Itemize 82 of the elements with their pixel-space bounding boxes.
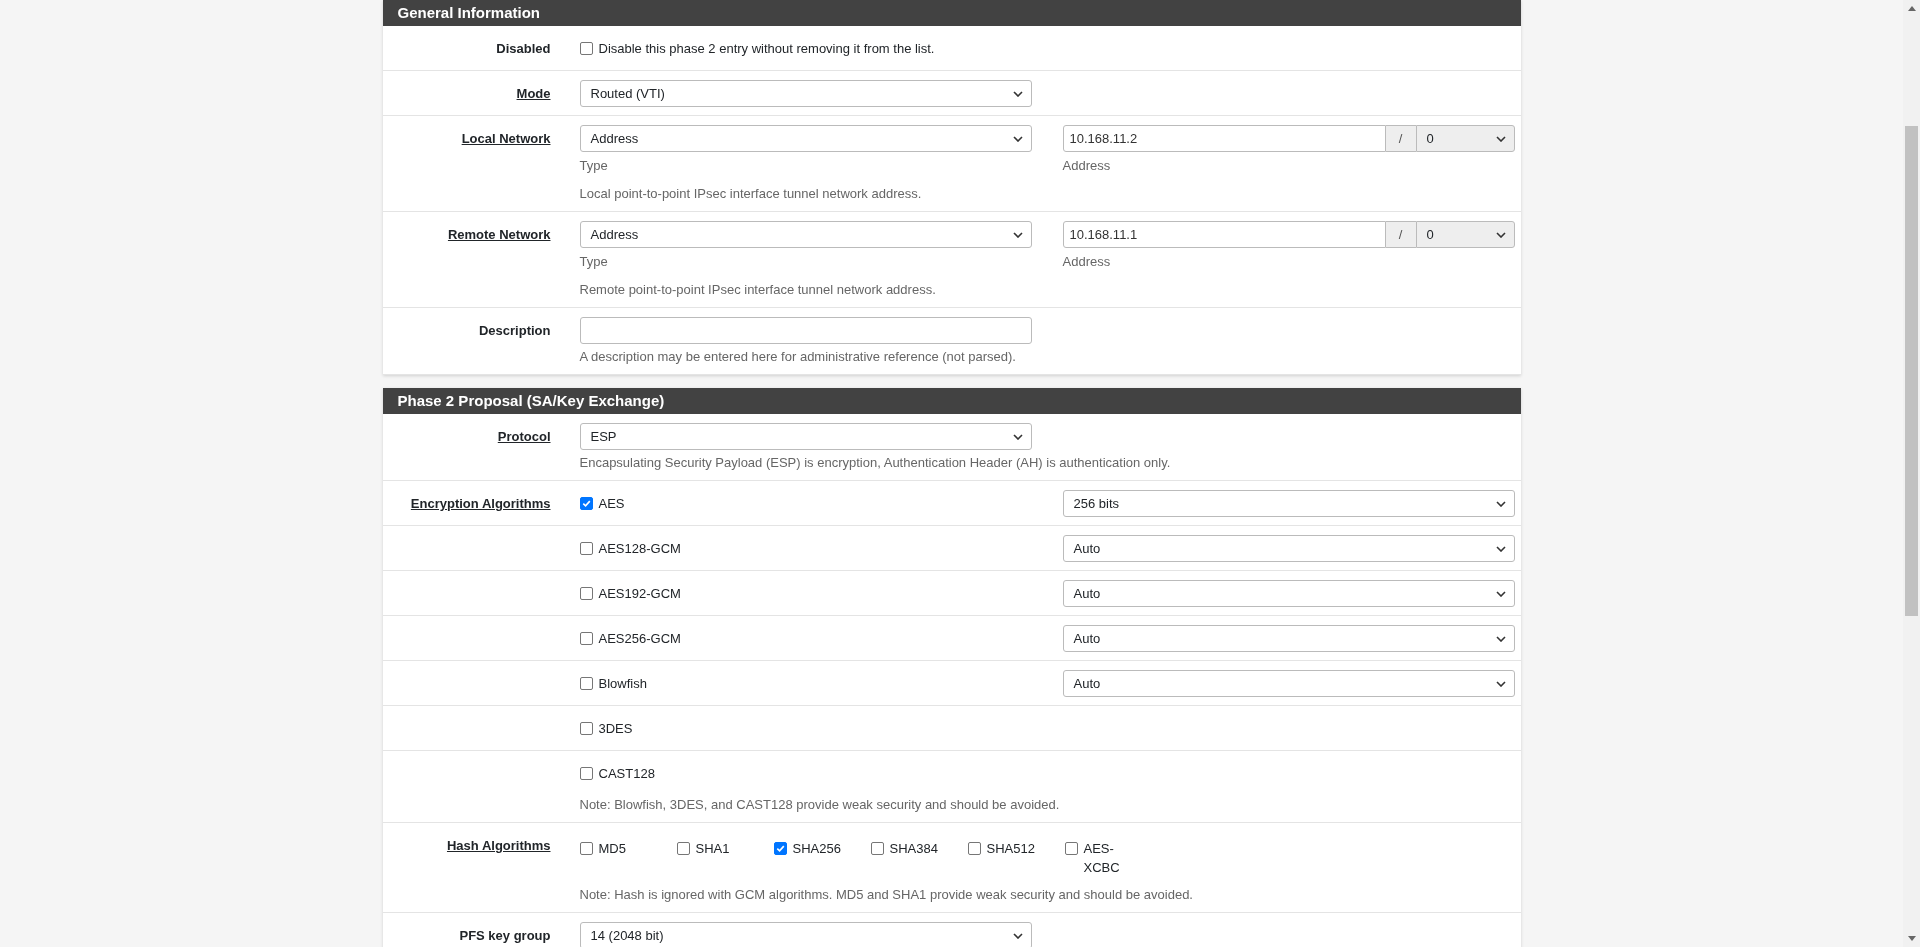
- caret-icon: [1495, 136, 1506, 142]
- help-text: Remote point-to-point IPsec interface tunnel network address.: [579, 281, 937, 299]
- checkbox[interactable]: [579, 842, 593, 855]
- checkbox[interactable]: [773, 842, 787, 855]
- checkbox-label[interactable]: MD5: [598, 839, 626, 858]
- section-title: Phase 2 Proposal (SA/Key Exchange): [382, 388, 1521, 414]
- checkbox[interactable]: [1064, 842, 1078, 855]
- key-length-dropdown[interactable]: Auto: [1062, 625, 1515, 652]
- caret-icon: [1495, 546, 1506, 552]
- field-label-link[interactable]: Encryption Algorithms: [410, 496, 551, 511]
- caret-icon: [1495, 636, 1506, 642]
- dropdown[interactable]: Routed (VTI): [579, 80, 1032, 107]
- field-label-link[interactable]: Local Network: [461, 131, 551, 146]
- checkbox-label[interactable]: CAST128: [598, 766, 655, 781]
- field-caption: Type: [579, 253, 609, 271]
- checkbox-label[interactable]: AES-XCBC: [1083, 839, 1140, 877]
- key-length-dropdown[interactable]: Auto: [1062, 580, 1515, 607]
- field-label-link[interactable]: Remote Network: [447, 227, 551, 242]
- key-length-dropdown[interactable]: 256 bits: [1062, 490, 1515, 517]
- address-field[interactable]: 10.168.11.1: [1062, 221, 1386, 248]
- address-field[interactable]: 10.168.11.2: [1062, 125, 1386, 152]
- checkbox-label[interactable]: SHA256: [792, 839, 841, 858]
- caret-icon: [1495, 591, 1506, 597]
- caret-icon: [1012, 136, 1023, 142]
- checkbox[interactable]: [676, 842, 690, 855]
- field-label: PFS key group: [459, 928, 551, 943]
- checkbox[interactable]: [579, 542, 593, 555]
- help-text: Encapsulating Security Payload (ESP) is encryption, Authentication Header (AH) is authentication only.: [579, 454, 1172, 472]
- mask-dropdown[interactable]: 0: [1415, 221, 1515, 248]
- caret-icon: [1012, 232, 1023, 238]
- checkbox-label[interactable]: SHA384: [889, 839, 938, 858]
- field-label-link[interactable]: Hash Algorithms: [446, 838, 551, 853]
- caret-icon: [1012, 91, 1023, 97]
- caret-icon: [1012, 434, 1023, 440]
- field-caption: Address: [1062, 253, 1112, 271]
- checkbox[interactable]: [870, 842, 884, 855]
- field-caption: Type: [579, 157, 609, 175]
- checkbox-label[interactable]: AES: [598, 496, 625, 511]
- checkbox[interactable]: [579, 587, 593, 600]
- field-caption: Address: [1062, 157, 1112, 175]
- input-addon: /: [1385, 221, 1416, 248]
- scroll-up-icon[interactable]: [1907, 6, 1916, 11]
- checkbox-label[interactable]: Blowfish: [598, 676, 647, 691]
- field-label-link[interactable]: Mode: [516, 86, 551, 101]
- caret-icon: [1495, 501, 1506, 507]
- field-label-link[interactable]: Protocol: [497, 429, 551, 444]
- caret-icon: [1012, 933, 1023, 939]
- field-label: Disabled: [496, 41, 551, 56]
- key-length-dropdown[interactable]: Auto: [1062, 670, 1515, 697]
- checkbox[interactable]: [579, 677, 593, 690]
- description-field[interactable]: [579, 317, 1032, 344]
- dropdown[interactable]: ESP: [579, 423, 1032, 450]
- help-text: Note: Hash is ignored with GCM algorithms. MD5 and SHA1 provide weak security and should be avoided.: [579, 886, 1194, 904]
- type-dropdown[interactable]: Address: [579, 221, 1032, 248]
- checkbox[interactable]: [579, 497, 593, 510]
- checkbox[interactable]: [579, 632, 593, 645]
- help-text: A description may be entered here for administrative reference (not parsed).: [579, 348, 1017, 366]
- scrollbar[interactable]: [1903, 0, 1920, 947]
- scrollbar-thumb[interactable]: [1905, 126, 1918, 616]
- caret-icon: [1495, 232, 1506, 238]
- checkbox[interactable]: [579, 42, 593, 55]
- help-text: Note: Blowfish, 3DES, and CAST128 provide weak security and should be avoided.: [579, 796, 1061, 814]
- checkbox-label[interactable]: AES256-GCM: [598, 631, 681, 646]
- type-dropdown[interactable]: Address: [579, 125, 1032, 152]
- scroll-down-icon[interactable]: [1907, 936, 1916, 941]
- checkbox[interactable]: [967, 842, 981, 855]
- mask-dropdown[interactable]: 0: [1415, 125, 1515, 152]
- key-length-dropdown[interactable]: Auto: [1062, 535, 1515, 562]
- checkbox-label[interactable]: AES192-GCM: [598, 586, 681, 601]
- checkbox[interactable]: [579, 767, 593, 780]
- checkbox-label[interactable]: 3DES: [598, 721, 633, 736]
- help-text: Local point-to-point IPsec interface tunnel network address.: [579, 185, 923, 203]
- checkbox-label[interactable]: SHA1: [695, 839, 730, 858]
- dropdown[interactable]: 14 (2048 bit): [579, 922, 1032, 947]
- checkbox-label[interactable]: Disable this phase 2 entry without removing it from the list.: [598, 41, 935, 56]
- checkbox[interactable]: [579, 722, 593, 735]
- checkbox-label[interactable]: AES128-GCM: [598, 541, 681, 556]
- section-title: General Information: [382, 0, 1521, 26]
- checkbox-label[interactable]: SHA512: [986, 839, 1035, 858]
- field-label: Description: [479, 323, 551, 338]
- caret-icon: [1495, 681, 1506, 687]
- input-addon: /: [1385, 125, 1416, 152]
